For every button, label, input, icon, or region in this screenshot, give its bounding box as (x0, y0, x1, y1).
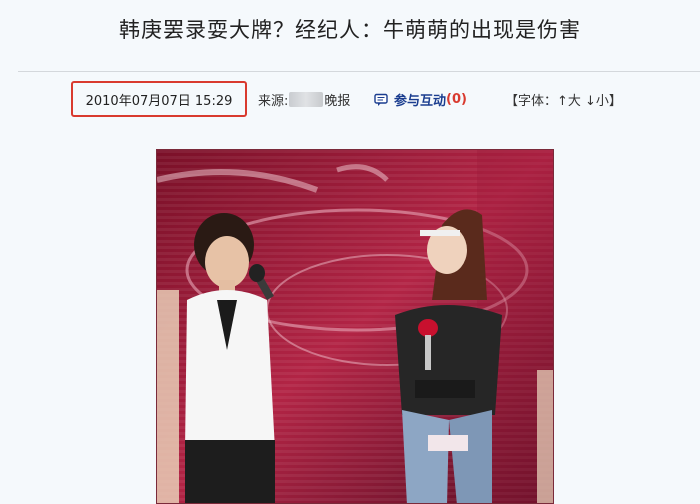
comment-bubble-icon (374, 93, 388, 106)
header-divider (18, 71, 700, 72)
interact-link[interactable]: 参与互动 (0) (374, 90, 467, 109)
article-headline: 韩庚罢录耍大牌？经纪人：牛萌萌的出现是伤害 (119, 18, 581, 42)
interact-count[interactable]: (0) (446, 92, 467, 107)
stage-photo-illustration (157, 150, 553, 503)
source-name: 晚报 (324, 94, 351, 109)
interact-label[interactable]: 参与互动 (394, 90, 446, 109)
publish-date-text: 2010年07月07日 15:29 (85, 93, 233, 109)
font-size-control[interactable]: 【字体：↑大 ↓小】 (505, 90, 622, 109)
article-photo (156, 149, 554, 504)
publish-date: 2010年07月07日 15:29 (71, 81, 247, 117)
redacted-source-block (289, 92, 324, 107)
article-source: 来源: 晚报 (258, 90, 350, 109)
source-label: 来源: (258, 94, 289, 109)
